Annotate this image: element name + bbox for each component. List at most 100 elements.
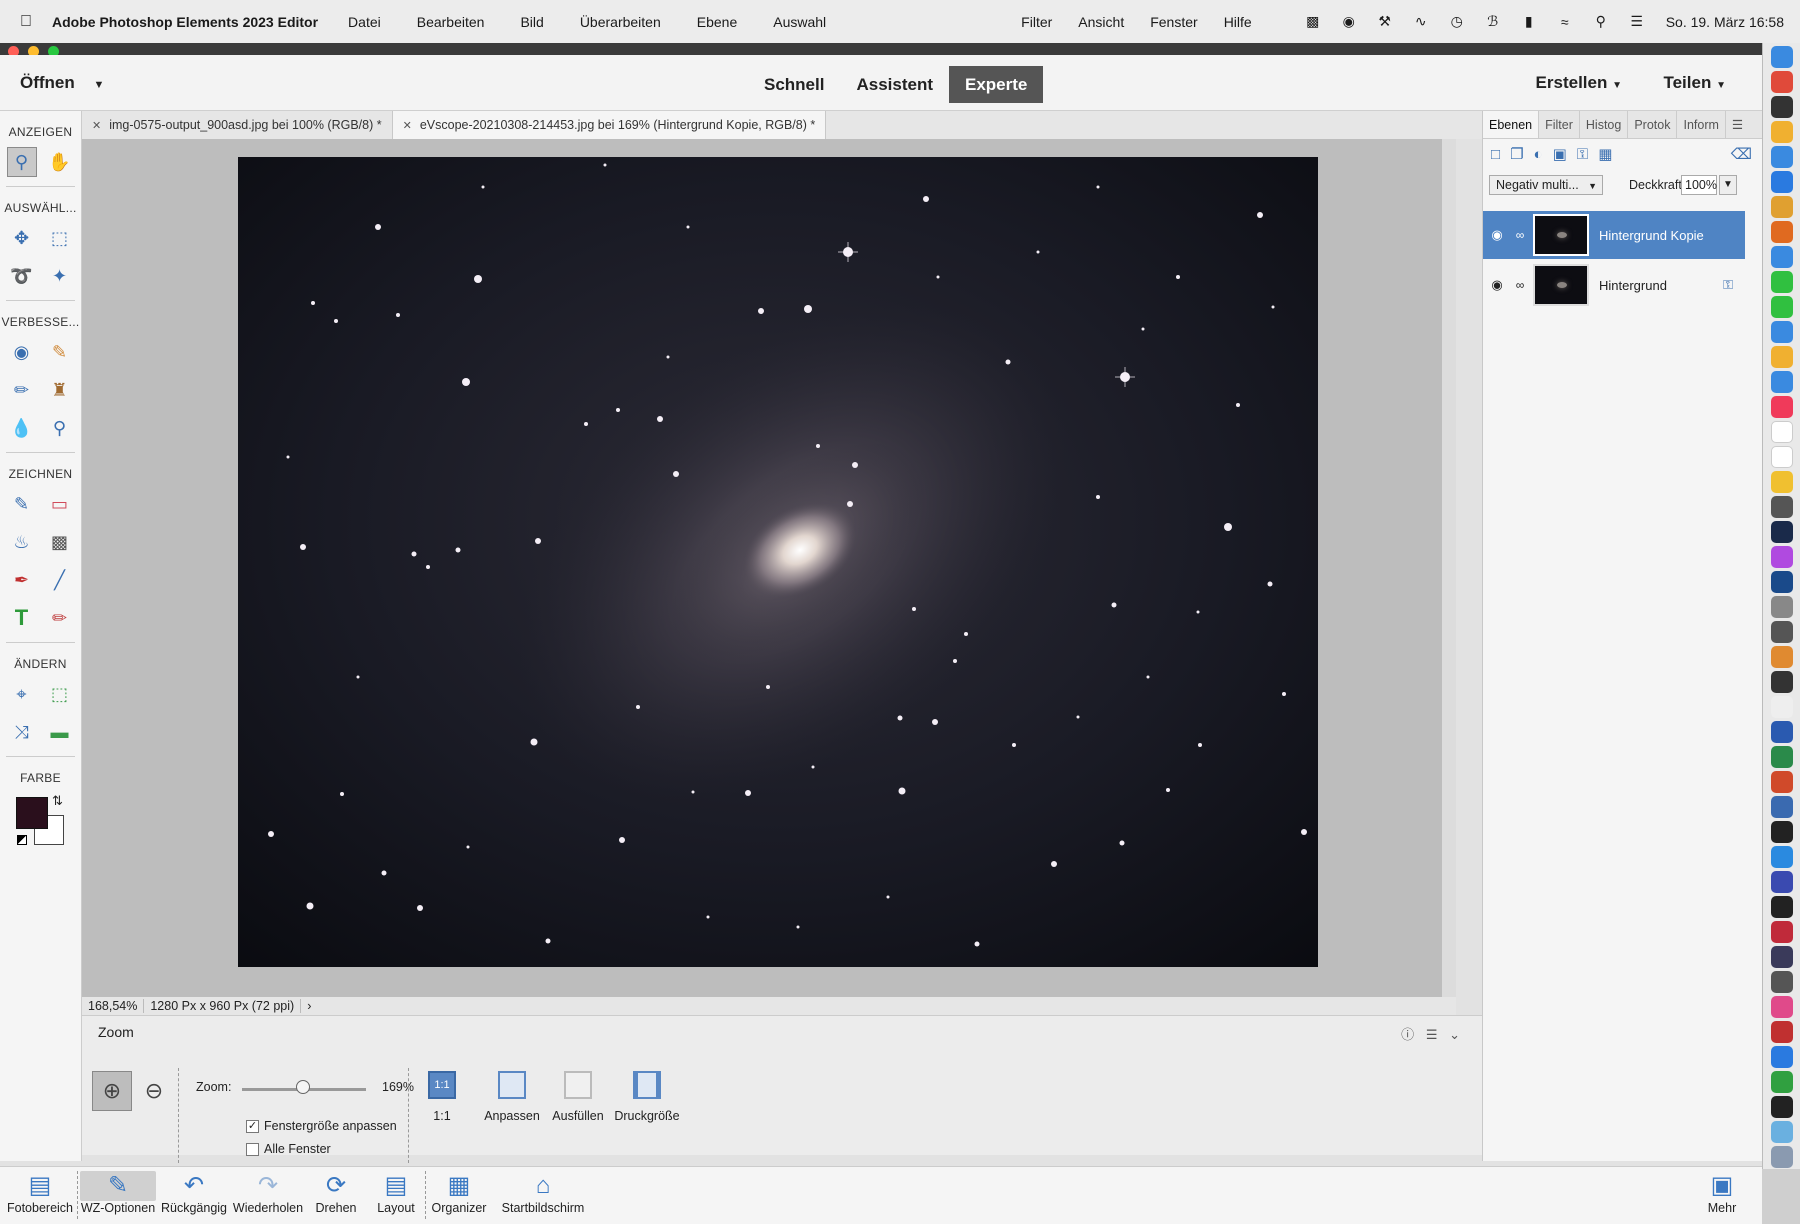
app-name-menu[interactable]: Adobe Photoshop Elements 2023 Editor bbox=[52, 14, 318, 30]
podcasts-icon[interactable] bbox=[1770, 546, 1793, 568]
content-aware-move-tool-icon[interactable]: ⤨ bbox=[7, 717, 37, 747]
help-icon[interactable]: ⓘ bbox=[1401, 1027, 1414, 1042]
pencil-tool-icon[interactable]: ✏ bbox=[45, 603, 75, 633]
tab-ebenen[interactable]: Ebenen bbox=[1483, 111, 1540, 138]
launchpad-icon[interactable] bbox=[1770, 71, 1793, 93]
home-screen-button[interactable]: ⌂ Startbildschirm bbox=[496, 1171, 590, 1215]
new-layer-icon[interactable]: □ bbox=[1491, 146, 1500, 163]
app-store-icon[interactable] bbox=[1770, 171, 1793, 193]
github-icon[interactable] bbox=[1770, 821, 1793, 843]
fill-screen-button[interactable]: Ausfüllen bbox=[546, 1071, 610, 1123]
finder-icon[interactable] bbox=[1770, 46, 1793, 68]
tab-protokoll[interactable]: Protok bbox=[1628, 111, 1678, 138]
document-tab[interactable]: ✕ img-0575-output_900asd.jpg bei 100% (RG… bbox=[82, 111, 393, 139]
tab-histogramm[interactable]: Histog bbox=[1580, 111, 1629, 138]
safari-icon[interactable] bbox=[1770, 246, 1793, 268]
type-tool-icon[interactable]: T bbox=[7, 603, 37, 633]
onepassword-icon[interactable] bbox=[1770, 146, 1793, 168]
opacity-input[interactable]: 100% bbox=[1681, 175, 1717, 195]
foreground-color-swatch[interactable] bbox=[16, 797, 48, 829]
mode-assistent[interactable]: Assistent bbox=[840, 66, 949, 103]
swap-colors-icon[interactable]: ⇅ bbox=[52, 793, 63, 809]
layer-row[interactable]: ◉ ∞ Hintergrund ⚿ bbox=[1483, 261, 1745, 309]
notes-app-icon[interactable] bbox=[1770, 121, 1793, 143]
canvas-area[interactable] bbox=[82, 139, 1442, 997]
default-colors-icon[interactable] bbox=[17, 835, 27, 845]
share-button[interactable]: Teilen ▼ bbox=[1663, 73, 1726, 93]
document-tab-active[interactable]: ✕ eVscope-20210308-214453.jpg bei 169% (H… bbox=[392, 111, 827, 139]
undo-button[interactable]: ↶ Rückgängig bbox=[160, 1171, 228, 1215]
create-button[interactable]: Erstellen ▼ bbox=[1536, 73, 1622, 93]
mode-experte[interactable]: Experte bbox=[949, 66, 1044, 103]
close-tab-icon[interactable]: ✕ bbox=[403, 119, 412, 132]
teams-icon[interactable] bbox=[1770, 871, 1793, 893]
tab-filter[interactable]: Filter bbox=[1539, 111, 1580, 138]
trash-icon[interactable]: ⌫ bbox=[1731, 145, 1752, 163]
utility-app-icon[interactable] bbox=[1770, 971, 1793, 993]
menu-bearbeiten[interactable]: Bearbeiten bbox=[417, 14, 485, 30]
rotate-button[interactable]: ⟳ Drehen bbox=[310, 1171, 362, 1215]
photoshop-elements-icon[interactable] bbox=[1770, 521, 1793, 543]
healing-brush-tool-icon[interactable]: ✎ bbox=[45, 337, 75, 367]
zoom-out-icon[interactable]: ⊖ bbox=[134, 1071, 174, 1111]
music-icon[interactable] bbox=[1770, 396, 1793, 418]
books-icon[interactable] bbox=[1770, 346, 1793, 368]
time-machine-icon[interactable]: ◷ bbox=[1446, 13, 1468, 31]
tool-options-button[interactable]: ✎ WZ-Optionen bbox=[80, 1171, 156, 1215]
menu-ueberarbeiten[interactable]: Überarbeiten bbox=[580, 14, 661, 30]
bbedit-icon[interactable] bbox=[1770, 796, 1793, 818]
calendar-icon[interactable] bbox=[1770, 421, 1793, 443]
menu-bild[interactable]: Bild bbox=[520, 14, 543, 30]
crop-tool-icon[interactable]: ⌖ bbox=[7, 679, 37, 709]
calculator-icon[interactable] bbox=[1770, 671, 1793, 693]
control-center-icon[interactable]: ☰ bbox=[1626, 13, 1648, 31]
lock-icon[interactable]: ⚿ bbox=[1577, 146, 1588, 163]
opacity-dropdown-icon[interactable]: ▼ bbox=[1719, 175, 1737, 195]
zoom-tool-icon[interactable]: ⚲ bbox=[6, 147, 37, 177]
link-icon[interactable]: ∞ bbox=[1511, 228, 1529, 242]
messages-icon[interactable] bbox=[1770, 296, 1793, 318]
excel-icon[interactable] bbox=[1770, 746, 1793, 768]
photo-bin-button[interactable]: ▤ Fotobereich bbox=[6, 1171, 74, 1215]
mode-schnell[interactable]: Schnell bbox=[748, 66, 840, 103]
panel-menu-icon[interactable]: ☰ bbox=[1726, 111, 1749, 138]
lock-transparency-icon[interactable]: ▦ bbox=[1598, 145, 1612, 163]
windows-app-icon[interactable] bbox=[1770, 1046, 1793, 1068]
astro-app-icon[interactable] bbox=[1770, 896, 1793, 918]
visibility-eye-icon[interactable]: ◉ bbox=[1483, 227, 1511, 243]
photo-app-icon[interactable] bbox=[1770, 921, 1793, 943]
facetime-icon[interactable] bbox=[1770, 271, 1793, 293]
more-button[interactable]: ▣ Mehr bbox=[1700, 1171, 1744, 1215]
gradient-tool-icon[interactable]: ▩ bbox=[45, 527, 75, 557]
vertical-scrollbar[interactable] bbox=[1442, 139, 1456, 997]
blend-mode-select[interactable]: Negativ multi... ▼ bbox=[1489, 175, 1603, 195]
spotlight-search-icon[interactable]: ⚲ bbox=[1590, 13, 1612, 31]
chevron-right-icon[interactable]: › bbox=[301, 999, 317, 1013]
recompose-tool-icon[interactable]: ⬚ bbox=[45, 679, 75, 709]
menu-ebene[interactable]: Ebene bbox=[697, 14, 737, 30]
brush-tool-icon[interactable]: ✎ bbox=[7, 489, 37, 519]
zoom-in-icon[interactable]: ⊕ bbox=[92, 1071, 132, 1111]
tools-status-icon[interactable]: ⚒ bbox=[1374, 13, 1396, 31]
apple-menu-icon[interactable]:  bbox=[0, 13, 52, 31]
downloads-folder-icon[interactable] bbox=[1770, 1121, 1793, 1143]
affinity-icon[interactable] bbox=[1770, 846, 1793, 868]
menu-hilfe[interactable]: Hilfe bbox=[1224, 14, 1252, 30]
mission-control-icon[interactable] bbox=[1770, 96, 1793, 118]
wifi-icon[interactable]: ≈ bbox=[1554, 13, 1576, 31]
powerpoint-icon[interactable] bbox=[1770, 771, 1793, 793]
paint-bucket-tool-icon[interactable]: ♨ bbox=[7, 527, 37, 557]
magic-wand-tool-icon[interactable]: ✦ bbox=[45, 261, 75, 291]
options-menu-icon[interactable]: ☰ bbox=[1426, 1027, 1438, 1042]
lasso-tool-icon[interactable]: ➰ bbox=[7, 261, 37, 291]
adjustment-layer-icon[interactable]: ◐ bbox=[1534, 146, 1543, 163]
marquee-tool-icon[interactable]: ⬚ bbox=[45, 223, 75, 253]
fit-window-checkbox[interactable]: ✓ bbox=[246, 1120, 259, 1133]
menu-auswahl[interactable]: Auswahl bbox=[773, 14, 826, 30]
green-app-icon[interactable] bbox=[1770, 1071, 1793, 1093]
chrome-icon[interactable] bbox=[1770, 196, 1793, 218]
layout-button[interactable]: ▤ Layout bbox=[372, 1171, 420, 1215]
photos-icon[interactable] bbox=[1770, 471, 1793, 493]
image-capture-icon[interactable] bbox=[1770, 621, 1793, 643]
link-icon[interactable]: ∞ bbox=[1511, 278, 1529, 292]
